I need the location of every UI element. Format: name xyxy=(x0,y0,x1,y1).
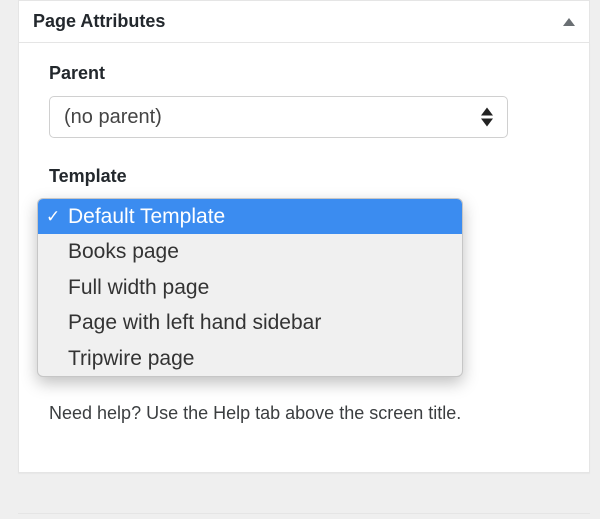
template-option-fullwidth[interactable]: Full width page xyxy=(38,270,462,305)
parent-select[interactable]: (no parent) xyxy=(49,96,508,138)
panel-body: Parent (no parent) Template ✓ Default Te… xyxy=(19,43,589,472)
template-option-label: Books page xyxy=(68,240,179,263)
template-option-label: Default Template xyxy=(68,205,225,228)
parent-field: Parent (no parent) xyxy=(49,63,559,138)
template-option-label: Tripwire page xyxy=(68,347,194,370)
template-option-tripwire[interactable]: Tripwire page xyxy=(38,341,462,376)
template-dropdown: ✓ Default Template Books page Full width… xyxy=(37,198,463,377)
help-text: Need help? Use the Help tab above the sc… xyxy=(49,403,559,424)
template-option-leftsidebar[interactable]: Page with left hand sidebar xyxy=(38,305,462,340)
parent-label: Parent xyxy=(49,63,559,84)
template-option-label: Full width page xyxy=(68,276,209,299)
template-option-label: Page with left hand sidebar xyxy=(68,311,321,334)
template-field: Template ✓ Default Template Books page F… xyxy=(49,166,559,424)
template-option-books[interactable]: Books page xyxy=(38,234,462,269)
select-arrows-icon xyxy=(481,108,493,127)
panel-header[interactable]: Page Attributes xyxy=(18,0,590,43)
template-label: Template xyxy=(49,166,559,187)
parent-select-value: (no parent) xyxy=(64,106,162,129)
checkmark-icon: ✓ xyxy=(46,205,60,229)
collapse-toggle-icon[interactable] xyxy=(563,18,575,26)
panel-divider xyxy=(18,513,590,519)
template-option-default[interactable]: ✓ Default Template xyxy=(38,199,462,234)
panel-title: Page Attributes xyxy=(33,11,165,32)
page-attributes-panel: Parent (no parent) Template ✓ Default Te… xyxy=(18,43,590,473)
